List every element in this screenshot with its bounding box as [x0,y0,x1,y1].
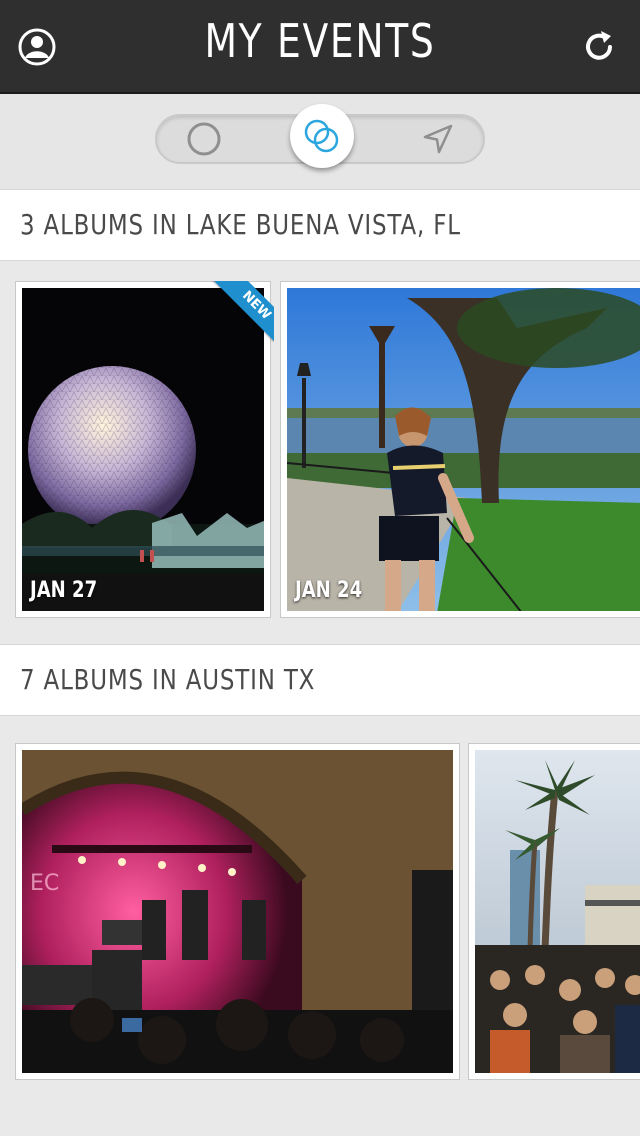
page-title: MY EVENTS [204,14,436,68]
refresh-button[interactable] [577,25,621,69]
profile-icon [18,28,56,66]
toggle-nearby-button[interactable] [403,116,473,162]
waterfront-photo [287,288,640,611]
album-strip-lake-buena-vista[interactable]: JAN 27 NEW JAN 24 [0,281,640,619]
album-card[interactable]: JAN 27 NEW [15,281,274,618]
section-title: 3 ALBUMS IN LAKE BUENA VISTA, FL [20,208,461,241]
toggle-single-button[interactable] [169,116,239,162]
album-card[interactable]: EC [15,743,460,1080]
section-header-lake-buena-vista[interactable]: 3 ALBUMS IN LAKE BUENA VISTA, FL [0,189,640,261]
view-toggle-bar [0,94,640,191]
top-header: MY EVENTS [0,0,640,94]
palm-crowd-photo [475,750,640,1073]
album-photo: JAN 24 [287,288,640,611]
overlapping-circles-icon [304,119,339,153]
album-photo [475,750,640,1073]
concert-photo: EC [22,750,453,1073]
album-date: JAN 24 [295,578,363,603]
refresh-icon [586,31,612,60]
svg-text:EC: EC [30,871,59,896]
album-photo: EC [22,750,453,1073]
new-badge-label: NEW [212,281,274,342]
album-card[interactable]: JAN 24 [280,281,640,618]
album-strip-austin[interactable]: EC [0,743,640,1081]
location-arrow-icon [423,124,453,154]
profile-button[interactable] [15,25,59,69]
album-card[interactable] [468,743,640,1080]
circle-icon [187,122,221,156]
view-segmented-control [155,104,485,168]
section-header-austin[interactable]: 7 ALBUMS IN AUSTIN TX [0,644,640,716]
section-title: 7 ALBUMS IN AUSTIN TX [20,663,316,696]
new-badge: NEW [208,281,274,342]
album-date: JAN 27 [30,578,98,603]
toggle-overlap-button[interactable] [290,104,354,168]
